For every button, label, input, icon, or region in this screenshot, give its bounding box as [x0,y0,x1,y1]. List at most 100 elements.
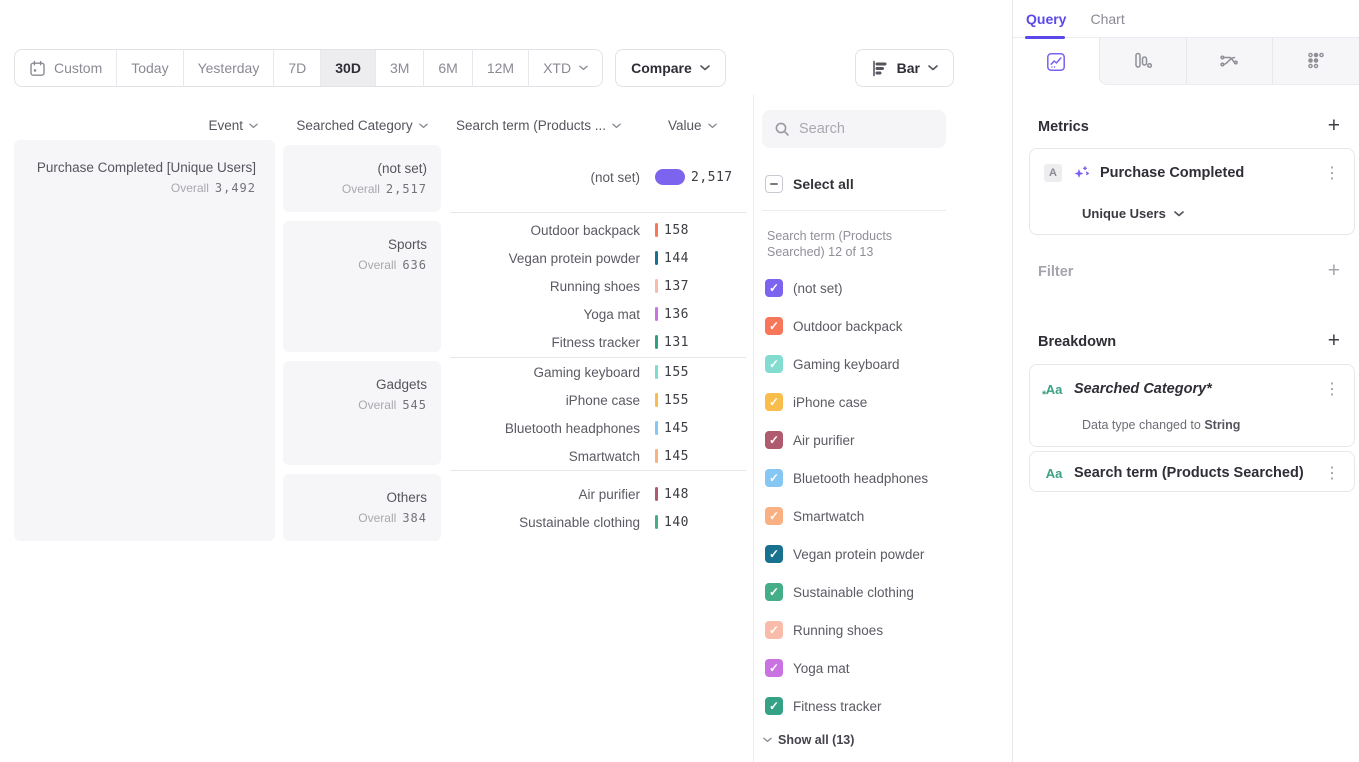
select-all-row[interactable]: Select all [765,175,854,193]
event-cell[interactable]: Purchase Completed [Unique Users] Overal… [14,140,275,541]
column-header-event[interactable]: Event [14,117,258,134]
add-metric-button[interactable]: + [1328,115,1340,136]
checkbox-checked[interactable]: ✓ [765,431,783,449]
category-cell[interactable]: GadgetsOverall545 [283,361,441,465]
term-row[interactable]: Bluetooth headphones145 [450,414,746,442]
term-row[interactable]: Gaming keyboard155 [450,358,746,386]
event-sparkle-icon [1072,164,1090,182]
tab-insights[interactable] [1013,38,1099,85]
term-row[interactable]: (not set)2,517 [450,163,746,191]
category-cell[interactable]: SportsOverall636 [283,221,441,352]
flows-icon [1219,51,1239,71]
term-row[interactable]: Running shoes137 [450,272,746,300]
term-row[interactable]: Fitness tracker131 [450,328,746,356]
filter-item-label: Sustainable clothing [793,585,914,600]
date-range-6m[interactable]: 6M [424,50,472,86]
term-value: 144 [664,251,689,266]
category-overall-value: 384 [402,511,427,525]
term-row[interactable]: Vegan protein powder144 [450,244,746,272]
kebab-menu-icon[interactable]: ⋮ [1324,379,1340,399]
date-range-yesterday[interactable]: Yesterday [184,50,275,86]
chart-type-select[interactable]: Bar [855,49,954,87]
breakdown-card-search-term[interactable]: Aa Search term (Products Searched) ⋮ [1029,451,1355,492]
date-range-today[interactable]: Today [117,50,183,86]
filter-item-fitness-tracker[interactable]: ✓Fitness tracker [765,697,928,715]
filter-item-gaming-keyboard[interactable]: ✓Gaming keyboard [765,355,928,373]
tab-chart[interactable]: Chart [1090,11,1124,27]
checkbox-checked[interactable]: ✓ [765,393,783,411]
date-range-30d[interactable]: 30D [321,50,376,86]
term-name: Air purifier [450,487,640,502]
tab-flows[interactable] [1186,38,1273,85]
kebab-menu-icon[interactable]: ⋮ [1324,463,1340,483]
tab-query[interactable]: Query [1026,11,1066,27]
date-range-custom[interactable]: Custom [15,50,117,86]
add-filter-button[interactable]: + [1328,260,1340,281]
term-row[interactable]: Yoga mat136 [450,300,746,328]
term-row[interactable]: iPhone case155 [450,386,746,414]
column-header-search-term[interactable]: Search term (Products ... [456,117,621,134]
checkbox-checked[interactable]: ✓ [765,355,783,373]
chevron-down-icon [419,123,428,129]
term-name: Fitness tracker [450,335,640,350]
breakdown-card-searched-category[interactable]: *Aa Searched Category* ⋮ Data type chang… [1029,364,1355,447]
filter-item-air-purifier[interactable]: ✓Air purifier [765,431,928,449]
filter-heading: Filter [1038,264,1073,280]
add-breakdown-button[interactable]: + [1328,330,1340,351]
filter-item-outdoor-backpack[interactable]: ✓Outdoor backpack [765,317,928,335]
checkbox-checked[interactable]: ✓ [765,469,783,487]
checkbox-checked[interactable]: ✓ [765,507,783,525]
checkbox-checked[interactable]: ✓ [765,697,783,715]
filter-item-smartwatch[interactable]: ✓Smartwatch [765,507,928,525]
term-value: 145 [664,449,689,464]
search-input[interactable] [799,121,934,137]
term-row[interactable]: Outdoor backpack158 [450,216,746,244]
date-range-xtd[interactable]: XTD [529,50,602,86]
term-row[interactable]: Smartwatch145 [450,442,746,470]
compare-button[interactable]: Compare [615,49,726,87]
group-divider [450,212,746,213]
tab-retention[interactable] [1272,38,1359,85]
filter-item-sustainable-clothing[interactable]: ✓ Sustainable clothing [765,583,928,601]
date-range-7d[interactable]: 7D [274,50,321,86]
category-name: (not set) [283,161,427,176]
report-toolbar: CustomTodayYesterday7D30D3M6M12MXTD Comp… [14,49,1012,87]
kebab-menu-icon[interactable]: ⋮ [1324,163,1340,183]
tab-funnels[interactable] [1099,38,1186,85]
metric-card[interactable]: A Purchase Completed ⋮ Unique Users [1029,148,1355,235]
filter-item-yoga-mat[interactable]: ✓Yoga mat [765,659,928,677]
category-cell[interactable]: (not set)Overall2,517 [283,145,441,212]
column-header-value[interactable]: Value [668,117,717,134]
checkbox-checked[interactable]: ✓ [765,279,783,297]
search-box[interactable] [762,110,946,148]
term-name: Gaming keyboard [450,365,640,380]
term-row[interactable]: Sustainable clothing140 [450,508,746,536]
filter-item-not-set[interactable]: ✓(not set) [765,279,928,297]
checkbox-checked[interactable]: ✓ [765,583,783,601]
filter-item-iphone-case[interactable]: ✓iPhone case [765,393,928,411]
filter-item-vegan-protein-powder[interactable]: ✓Vegan protein powder [765,545,928,563]
chevron-down-icon [763,737,772,743]
category-cell[interactable]: OthersOverall384 [283,474,441,541]
filter-item-running-shoes[interactable]: ✓Running shoes [765,621,928,639]
date-range-12m[interactable]: 12M [473,50,529,86]
divider [762,210,946,211]
term-value: 136 [664,307,689,322]
column-header-searched-category[interactable]: Searched Category [283,117,441,134]
checkbox-checked[interactable]: ✓ [765,545,783,563]
term-row[interactable]: Air purifier148 [450,480,746,508]
checkbox-checked[interactable]: ✓ [765,317,783,335]
breakdown-property-name: Search term (Products Searched) [1074,465,1304,481]
filter-item-bluetooth-headphones[interactable]: ✓ Bluetooth headphones [765,469,928,487]
checkbox-checked[interactable]: ✓ [765,621,783,639]
date-range-3m[interactable]: 3M [376,50,424,86]
filter-item-label: Bluetooth headphones [793,471,928,486]
filter-list: ✓(not set) ✓Outdoor backpack ✓Gaming keybo… [765,279,928,735]
show-all-link[interactable]: Show all (13) [763,733,854,747]
select-all-checkbox[interactable] [765,175,783,193]
term-value: 2,517 [691,170,733,185]
funnel-bars-icon [1133,51,1153,71]
checkbox-checked[interactable]: ✓ [765,659,783,677]
term-value: 140 [664,515,689,530]
measure-select[interactable]: Unique Users [1082,206,1184,221]
